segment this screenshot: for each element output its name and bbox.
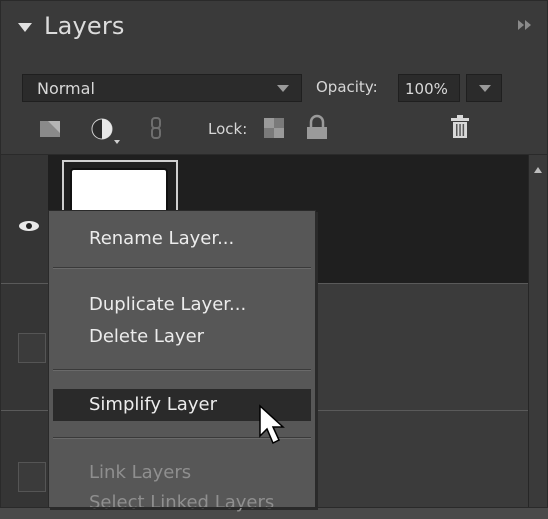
panel-menu-icon[interactable]	[518, 20, 536, 34]
lock-transparency-icon[interactable]	[262, 116, 286, 140]
layer-visibility-box[interactable]	[18, 333, 46, 363]
context-menu: Rename Layer... Duplicate Layer... Delet…	[48, 210, 316, 513]
opacity-input[interactable]: 100%	[398, 74, 460, 102]
menu-item-select-linked-layers[interactable]: Select Linked Layers	[49, 487, 315, 519]
menu-item-duplicate-layer[interactable]: Duplicate Layer...	[49, 289, 315, 321]
new-layer-icon[interactable]	[38, 118, 64, 140]
blend-mode-value: Normal	[37, 78, 95, 98]
layer-visibility-box[interactable]	[18, 462, 46, 492]
menu-item-rename-layer[interactable]: Rename Layer...	[49, 223, 315, 255]
menu-item-link-layers[interactable]: Link Layers	[49, 457, 315, 489]
panel-title: Layers	[44, 12, 125, 40]
menu-item-delete-layer[interactable]: Delete Layer	[49, 321, 315, 353]
lock-label: Lock:	[208, 120, 248, 138]
collapse-triangle-icon[interactable]	[18, 22, 32, 32]
menu-separator	[53, 267, 311, 269]
chevron-down-icon	[479, 85, 491, 92]
blend-mode-select[interactable]: Normal	[22, 74, 302, 102]
scrollbar[interactable]	[528, 155, 548, 508]
adjustment-layer-icon[interactable]	[88, 116, 124, 146]
chevron-down-icon	[277, 85, 289, 92]
panel-title-row[interactable]: Layers	[18, 12, 125, 40]
lock-icon[interactable]	[304, 114, 330, 142]
trash-icon[interactable]	[448, 114, 472, 142]
visibility-column	[0, 155, 49, 508]
opacity-label: Opacity:	[316, 78, 378, 96]
eye-icon[interactable]	[18, 220, 40, 232]
link-icon[interactable]	[150, 116, 162, 142]
menu-separator	[53, 369, 311, 371]
mouse-cursor-icon	[259, 404, 285, 445]
opacity-dropdown-button[interactable]	[466, 74, 502, 102]
scroll-up-arrow-icon[interactable]	[534, 167, 542, 173]
